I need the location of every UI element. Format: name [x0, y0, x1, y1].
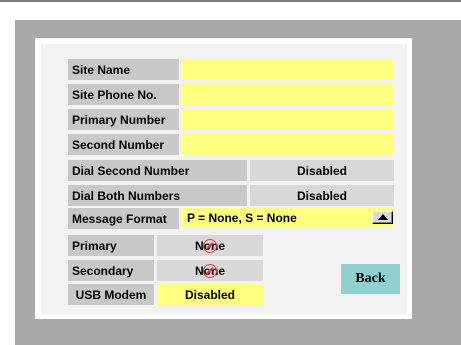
dial-second-number-value[interactable]: Disabled	[250, 160, 394, 181]
top-border	[0, 0, 461, 2]
primary-value[interactable]: None	[157, 235, 263, 256]
secondary-value[interactable]: None	[157, 260, 263, 281]
no-entry-icon	[203, 263, 217, 278]
primary-none-indicator: None	[195, 238, 225, 253]
primary-number-label: Primary Number	[68, 109, 179, 130]
no-entry-icon	[203, 238, 217, 253]
back-button[interactable]: Back	[341, 264, 400, 294]
usb-modem-value[interactable]: Disabled	[157, 284, 263, 306]
dial-both-numbers-value[interactable]: Disabled	[250, 185, 394, 206]
site-name-field[interactable]	[181, 59, 394, 80]
dial-second-number-label: Dial Second Number	[68, 160, 247, 181]
second-number-label: Second Number	[68, 134, 179, 155]
dial-both-numbers-label: Dial Both Numbers	[68, 185, 247, 206]
second-number-field[interactable]	[181, 134, 394, 155]
message-format-field[interactable]: P = None, S = None	[181, 208, 394, 227]
site-name-label: Site Name	[68, 59, 179, 80]
usb-modem-label: USB Modem	[68, 284, 154, 305]
scroll-up-arrow-button[interactable]	[372, 211, 393, 224]
scroll-up-arrow-icon	[378, 214, 388, 220]
secondary-label: Secondary	[68, 260, 154, 281]
site-phone-field[interactable]	[181, 84, 394, 105]
message-format-label: Message Format	[68, 208, 179, 229]
primary-number-field[interactable]	[181, 109, 394, 130]
site-phone-label: Site Phone No.	[68, 84, 179, 105]
secondary-none-indicator: None	[195, 263, 225, 278]
primary-label: Primary	[68, 235, 154, 256]
